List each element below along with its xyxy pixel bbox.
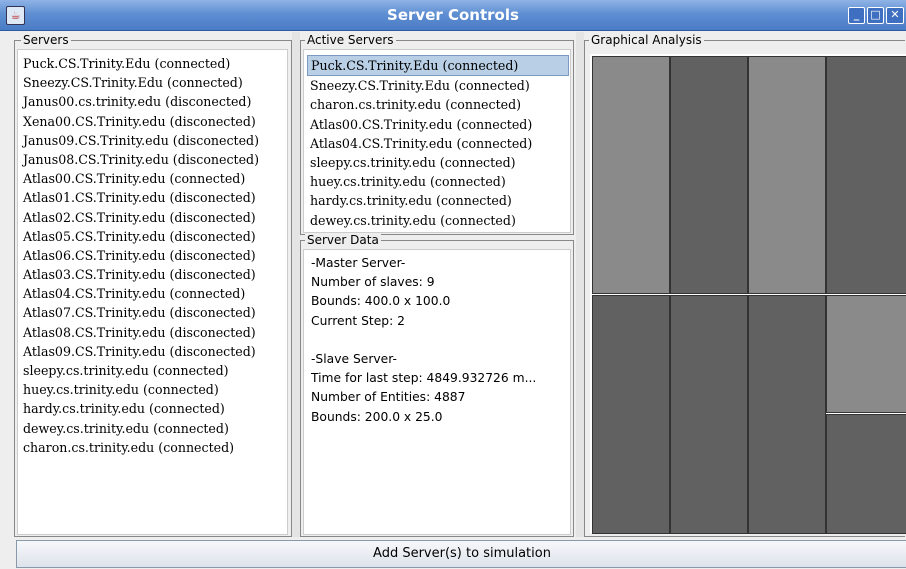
servers-group: Servers Puck.CS.Trinity.Edu (connected) S… xyxy=(14,33,292,537)
server-list-item[interactable]: Atlas02.CS.Trinity.edu (disconected) xyxy=(20,208,259,227)
server-data-legend: Server Data xyxy=(305,233,381,247)
slave-region xyxy=(748,295,826,534)
active-server-item[interactable]: Atlas04.CS.Trinity.edu (connected) xyxy=(307,134,569,153)
server-list-item[interactable]: Janus09.CS.Trinity.edu (disconected) xyxy=(20,131,259,150)
window-title: Server Controls xyxy=(387,6,519,24)
active-server-item[interactable]: Sneezy.CS.Trinity.Edu (connected) xyxy=(307,76,569,95)
server-data-line: Bounds: 400.0 x 100.0 xyxy=(311,294,451,309)
minimize-icon[interactable]: _ xyxy=(848,7,865,24)
server-data-line: Number of slaves: 9 xyxy=(311,275,435,290)
server-data-line: -Master Server- xyxy=(311,256,406,270)
server-list-item[interactable]: Xena00.CS.Trinity.edu (disconected) xyxy=(20,112,259,131)
active-server-item[interactable]: huey.cs.trinity.edu (connected) xyxy=(307,172,569,191)
maximize-icon[interactable]: □ xyxy=(867,7,884,24)
server-list-item[interactable]: Atlas00.CS.Trinity.edu (connected) xyxy=(20,169,259,188)
active-server-item[interactable]: Puck.CS.Trinity.Edu (connected) xyxy=(307,55,569,77)
slave-region xyxy=(748,56,826,294)
add-servers-button[interactable]: Add Server(s) to simulation xyxy=(16,540,906,568)
servers-legend: Servers xyxy=(21,33,71,47)
active-server-item[interactable]: charon.cs.trinity.edu (connected) xyxy=(307,95,569,114)
active-servers-list[interactable]: Puck.CS.Trinity.Edu (connected) Sneezy.CS… xyxy=(303,49,571,233)
server-list-item[interactable]: Atlas03.CS.Trinity.edu (disconected) xyxy=(20,265,259,284)
servers-list[interactable]: Puck.CS.Trinity.Edu (connected) Sneezy.CS… xyxy=(17,49,288,535)
active-servers-legend: Active Servers xyxy=(305,33,396,47)
graphical-analysis-canvas xyxy=(590,54,906,534)
active-servers-group: Active Servers Puck.CS.Trinity.Edu (conn… xyxy=(300,33,574,235)
server-data-line: Current Step: 2 xyxy=(311,313,405,328)
server-list-item[interactable]: Atlas07.CS.Trinity.edu (disconected) xyxy=(20,303,259,322)
slave-region xyxy=(670,56,748,294)
server-list-item[interactable]: Atlas08.CS.Trinity.edu (disconected) xyxy=(20,323,259,342)
active-server-item[interactable]: Atlas00.CS.Trinity.edu (connected) xyxy=(307,115,569,134)
splitter-right[interactable] xyxy=(576,32,584,537)
server-list-item[interactable]: Atlas09.CS.Trinity.edu (disconected) xyxy=(20,342,259,361)
server-data-line xyxy=(308,331,536,350)
server-list-item[interactable]: charon.cs.trinity.edu (connected) xyxy=(20,438,259,457)
server-list-item[interactable]: Janus08.CS.Trinity.edu (disconected) xyxy=(20,150,259,169)
server-list-item[interactable]: hardy.cs.trinity.edu (connected) xyxy=(20,399,259,418)
server-list-item[interactable]: Atlas06.CS.Trinity.edu (disconected) xyxy=(20,246,259,265)
close-icon[interactable]: ✕ xyxy=(886,7,904,24)
active-server-item[interactable]: dewey.cs.trinity.edu (connected) xyxy=(307,211,569,230)
server-list-item[interactable]: Atlas01.CS.Trinity.edu (disconected) xyxy=(20,188,259,207)
server-list-item[interactable]: Puck.CS.Trinity.Edu (connected) xyxy=(20,54,259,73)
server-data-panel: -Master Server- Number of slaves: 9 Bounds… xyxy=(303,249,571,535)
graphical-analysis-group: Graphical Analysis xyxy=(584,33,906,537)
server-data-line: Number of Entities: 4887 xyxy=(311,390,466,405)
server-list-item[interactable]: huey.cs.trinity.edu (connected) xyxy=(20,380,259,399)
server-list-item[interactable]: Sneezy.CS.Trinity.Edu (connected) xyxy=(20,73,259,92)
server-data-line: -Slave Server- xyxy=(311,351,397,366)
server-list-item[interactable]: Atlas05.CS.Trinity.edu (disconected) xyxy=(20,227,259,246)
server-data-group: Server Data -Master Server- Number of sla… xyxy=(300,233,574,537)
slave-region xyxy=(592,56,670,294)
server-data-line: Bounds: 200.0 x 25.0 xyxy=(311,409,443,424)
server-list-item[interactable]: dewey.cs.trinity.edu (connected) xyxy=(20,419,259,438)
slave-region xyxy=(592,295,670,534)
slave-region xyxy=(826,56,906,294)
slave-region xyxy=(826,414,906,534)
splitter-left[interactable] xyxy=(292,32,300,537)
graphical-analysis-legend: Graphical Analysis xyxy=(589,33,704,47)
server-list-item[interactable]: sleepy.cs.trinity.edu (connected) xyxy=(20,361,259,380)
slave-region xyxy=(826,295,906,413)
title-bar[interactable]: ☕ Server Controls _ □ ✕ xyxy=(0,0,906,31)
active-server-item[interactable]: hardy.cs.trinity.edu (connected) xyxy=(307,191,569,210)
server-data-line: Time for last step: 4849.932726 m... xyxy=(311,371,537,386)
server-list-item[interactable]: Atlas04.CS.Trinity.edu (connected) xyxy=(20,284,259,303)
server-list-item[interactable]: Janus00.cs.trinity.edu (disconected) xyxy=(20,92,259,111)
slave-region xyxy=(670,295,748,534)
active-server-item[interactable]: sleepy.cs.trinity.edu (connected) xyxy=(307,153,569,172)
